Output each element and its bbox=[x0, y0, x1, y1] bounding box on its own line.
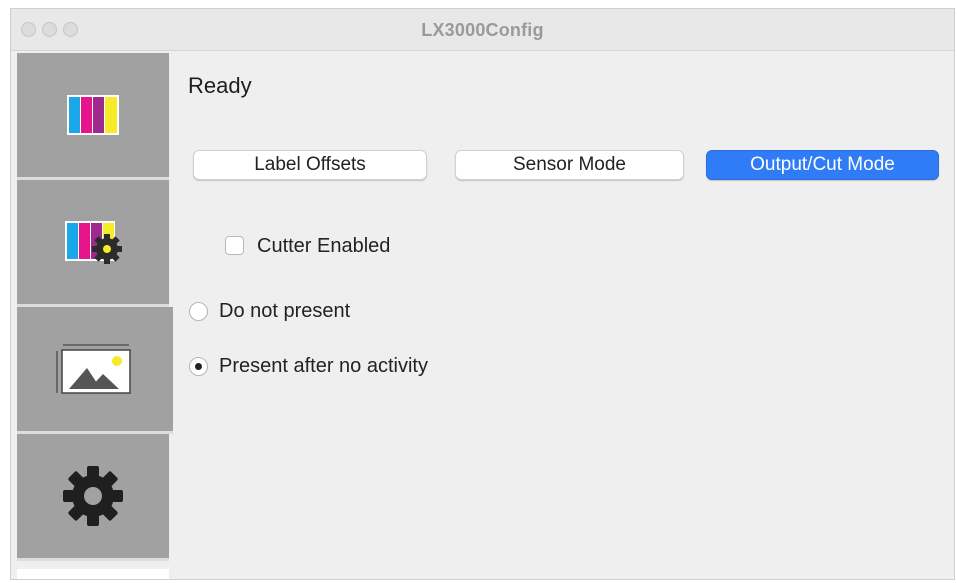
cutter-enabled-label: Cutter Enabled bbox=[257, 235, 391, 257]
label-image-icon bbox=[56, 344, 131, 394]
present-after-no-activity-label: Present after no activity bbox=[219, 355, 428, 377]
cutter-enabled-checkbox[interactable] bbox=[225, 236, 244, 255]
window-title: LX3000Config bbox=[421, 20, 544, 40]
sidebar-item-settings[interactable] bbox=[17, 434, 169, 561]
present-after-no-activity-radio[interactable] bbox=[189, 357, 208, 376]
sidebar-item-ink-settings[interactable] bbox=[17, 180, 169, 307]
sidebar bbox=[17, 53, 175, 579]
gear-icon bbox=[63, 466, 123, 526]
title-bar: LX3000Config bbox=[11, 9, 954, 51]
tab-sensor-mode[interactable]: Sensor Mode bbox=[455, 150, 684, 180]
do-not-present-label: Do not present bbox=[219, 300, 351, 322]
sidebar-item-ink-levels[interactable] bbox=[17, 53, 169, 180]
status-text: Ready bbox=[188, 73, 252, 98]
sidebar-item-output-settings[interactable] bbox=[17, 307, 173, 434]
do-not-present-radio[interactable] bbox=[189, 302, 208, 321]
tab-label-offsets[interactable]: Label Offsets bbox=[193, 150, 427, 180]
app-window: LX3000Config Ready Label Offsets Sensor … bbox=[10, 8, 955, 580]
tab-output-cut-mode[interactable]: Output/Cut Mode bbox=[706, 150, 939, 180]
ink-settings-icon bbox=[65, 221, 122, 264]
sidebar-footer bbox=[17, 569, 169, 579]
ink-cartridges-icon bbox=[67, 95, 119, 135]
